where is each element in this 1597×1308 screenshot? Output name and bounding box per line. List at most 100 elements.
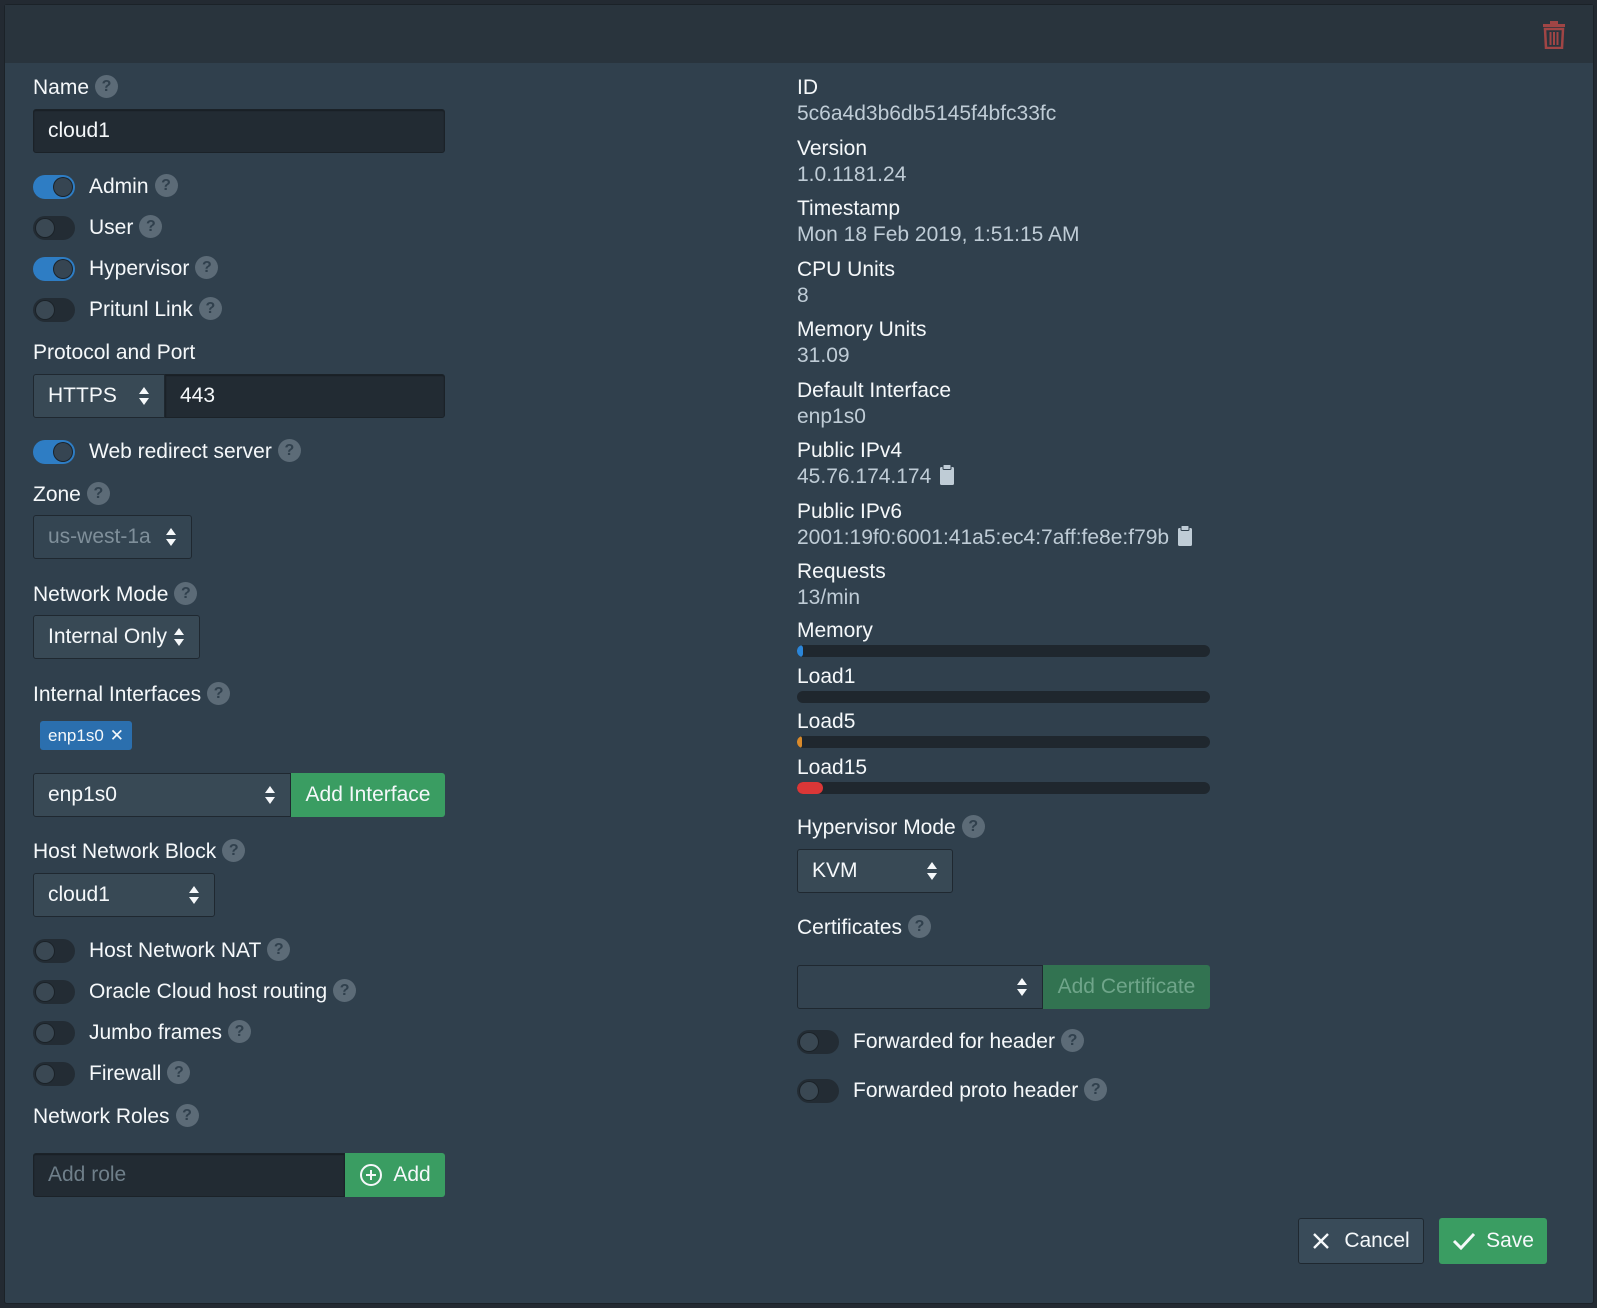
name-label: Name?: [33, 74, 119, 100]
certificate-select[interactable]: [797, 965, 1043, 1009]
jumbo-frames-label: Jumbo frames: [89, 1021, 223, 1044]
host-network-nat-toggle[interactable]: [33, 939, 75, 963]
help-icon[interactable]: ?: [267, 937, 291, 961]
help-icon[interactable]: ?: [277, 438, 301, 462]
help-icon[interactable]: ?: [333, 978, 357, 1002]
zone-select-value: us-west-1a: [48, 525, 151, 548]
version-value-text: 1.0.1181.24: [797, 162, 907, 186]
protocol-select[interactable]: HTTPS: [33, 374, 165, 418]
forwarded-for-header-row: Forwarded for header?: [797, 1028, 1084, 1054]
add-certificate-button[interactable]: Add Certificate: [1043, 965, 1210, 1009]
memory-bar-label: Memory: [797, 619, 873, 642]
protocol-select-value: HTTPS: [48, 384, 117, 407]
default-interface-value: enp1s0: [797, 405, 866, 429]
help-icon[interactable]: ?: [95, 74, 119, 98]
help-icon[interactable]: ?: [1060, 1028, 1084, 1052]
hypervisor-mode-label: Hypervisor Mode?: [797, 814, 985, 840]
oracle-cloud-host-routing-toggle[interactable]: [33, 980, 75, 1004]
interface-select[interactable]: enp1s0: [33, 773, 291, 817]
hypervisor-mode-label-text: Hypervisor Mode: [797, 816, 956, 839]
add-role-button-label: Add: [393, 1163, 431, 1186]
help-icon[interactable]: ?: [86, 481, 110, 505]
network-mode-label-text: Network Mode: [33, 583, 169, 606]
forwarded-proto-header-row: Forwarded proto header?: [797, 1077, 1108, 1103]
forwarded-proto-header-label: Forwarded proto header: [853, 1079, 1079, 1102]
forwarded-proto-header-toggle[interactable]: [797, 1079, 839, 1103]
cancel-button[interactable]: Cancel: [1298, 1218, 1424, 1264]
cpu-units-value-text: 8: [797, 283, 809, 307]
help-icon[interactable]: ?: [174, 581, 198, 605]
timestamp-label: Timestamp: [797, 197, 901, 220]
memory-progress-fill: [797, 645, 804, 657]
help-icon[interactable]: ?: [198, 296, 222, 320]
host-network-block-select[interactable]: cloud1: [33, 873, 215, 917]
requests-value-text: 13/min: [797, 586, 861, 609]
internal-interfaces-label: Internal Interfaces?: [33, 681, 231, 707]
id-value: 5c6a4d3b6db5145f4bfc33fc: [797, 102, 1056, 126]
hypervisor-row: Hypervisor?: [33, 255, 219, 281]
clipboard-icon[interactable]: [939, 464, 955, 486]
zone-select[interactable]: us-west-1a: [33, 515, 192, 559]
add-role-button[interactable]: Add: [345, 1153, 445, 1197]
interface-tag: enp1s0 ✕: [40, 721, 133, 750]
user-toggle[interactable]: [33, 216, 75, 240]
memory-units-value: 31.09: [797, 344, 850, 368]
help-icon[interactable]: ?: [139, 214, 163, 238]
remove-tag-icon[interactable]: ✕: [110, 726, 124, 746]
zone-label: Zone?: [33, 481, 110, 507]
name-label-text: Name: [33, 76, 90, 99]
memory-units-label: Memory Units: [797, 318, 927, 341]
zone-label-text: Zone: [33, 483, 81, 506]
help-icon[interactable]: ?: [195, 255, 219, 279]
add-role-placeholder: Add role: [48, 1163, 127, 1186]
help-icon[interactable]: ?: [228, 1019, 252, 1043]
load1-progress-bar: [797, 690, 1210, 703]
trash-icon[interactable]: [1541, 21, 1567, 49]
name-input[interactable]: cloud1: [33, 109, 445, 153]
add-role-input[interactable]: Add role: [33, 1153, 345, 1197]
panel-header: [5, 5, 1593, 63]
help-icon[interactable]: ?: [222, 838, 246, 862]
hypervisor-mode-select[interactable]: KVM: [797, 849, 953, 893]
help-icon[interactable]: ?: [175, 1103, 199, 1127]
network-roles-label-text: Network Roles: [33, 1105, 170, 1128]
load15-progress-bar: [797, 782, 1210, 795]
network-mode-label: Network Mode?: [33, 581, 198, 607]
cpu-units-label: CPU Units: [797, 257, 896, 281]
firewall-toggle[interactable]: [33, 1062, 75, 1086]
port-input[interactable]: 443: [165, 374, 445, 418]
cancel-button-label: Cancel: [1344, 1229, 1410, 1252]
help-icon[interactable]: ?: [154, 173, 178, 197]
jumbo-frames-toggle[interactable]: [33, 1021, 75, 1045]
network-mode-select[interactable]: Internal Only: [33, 615, 200, 659]
admin-toggle[interactable]: [33, 175, 75, 199]
save-button-label: Save: [1486, 1229, 1534, 1252]
public-ipv6-value-text: 2001:19f0:6001:41a5:ec4:7aff:fe8e:f79b: [797, 525, 1170, 549]
interface-tag-label: enp1s0: [48, 725, 104, 745]
load1-bar-label: Load1: [797, 664, 856, 688]
help-icon[interactable]: ?: [167, 1060, 191, 1084]
oracle-cloud-host-routing-row: Oracle Cloud host routing?: [33, 978, 357, 1004]
help-icon[interactable]: ?: [207, 681, 231, 705]
web-redirect-row: Web redirect server ?: [33, 438, 301, 464]
internal-interfaces-label-text: Internal Interfaces: [33, 683, 202, 706]
help-icon[interactable]: ?: [908, 914, 932, 938]
firewall-row: Firewall?: [33, 1060, 191, 1086]
firewall-label: Firewall: [89, 1062, 162, 1085]
hypervisor-mode-select-value: KVM: [812, 859, 858, 882]
help-icon[interactable]: ?: [1084, 1077, 1108, 1101]
web-redirect-label: Web redirect server: [89, 440, 272, 463]
cpu-units-value: 8: [797, 284, 809, 308]
clipboard-icon[interactable]: [1177, 524, 1193, 547]
pritunl-link-toggle[interactable]: [33, 298, 75, 322]
oracle-cloud-host-routing-label: Oracle Cloud host routing: [89, 980, 328, 1003]
memory-progress-bar: [797, 645, 1210, 657]
web-redirect-toggle[interactable]: [33, 440, 75, 464]
save-button[interactable]: Save: [1439, 1218, 1547, 1264]
add-interface-button[interactable]: Add Interface: [291, 773, 445, 817]
forwarded-for-header-toggle[interactable]: [797, 1030, 839, 1054]
help-icon[interactable]: ?: [961, 814, 985, 838]
hypervisor-toggle[interactable]: [33, 257, 75, 281]
host-network-block-select-value: cloud1: [48, 883, 110, 906]
public-ipv6-value: 2001:19f0:6001:41a5:ec4:7aff:fe8e:f79b: [797, 524, 1193, 550]
